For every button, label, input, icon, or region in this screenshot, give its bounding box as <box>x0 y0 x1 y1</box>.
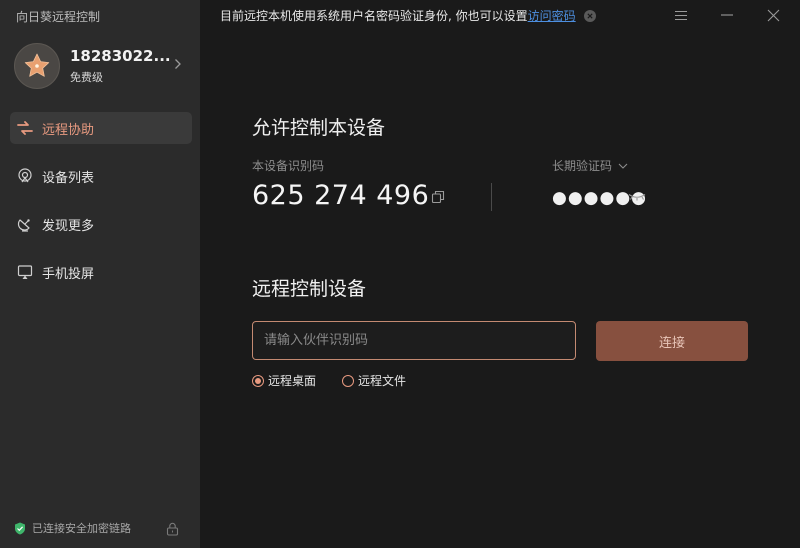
screen-cast-icon <box>16 263 34 281</box>
sidebar-nav: 远程协助 设备列表 发现更多 手机投屏 <box>10 112 192 304</box>
hamburger-menu-icon <box>675 10 687 20</box>
discover-icon <box>16 215 34 233</box>
partner-code-input[interactable] <box>252 321 576 360</box>
close-icon <box>587 12 593 19</box>
connection-mode-group: 远程桌面 远程文件 <box>252 372 432 389</box>
connect-button[interactable]: 连接 <box>596 321 748 361</box>
set-access-password-link[interactable]: 访问密码 <box>528 7 576 24</box>
divider <box>491 183 492 211</box>
sidebar: 向日葵远程控制 18283022... 免费级 远程协助 设备列表 发现更多 手… <box>0 0 200 548</box>
verify-code-dropdown[interactable]: 长期验证码 <box>552 157 628 174</box>
minimize-button[interactable] <box>712 4 742 26</box>
notice-close-button[interactable] <box>583 9 596 22</box>
sidebar-item-label: 发现更多 <box>42 218 95 234</box>
auth-notice: 目前远控本机使用系统用户名密码验证身份, 你也可以设置 访问密码 <box>220 7 596 24</box>
device-code-label: 本设备识别码 <box>252 159 325 173</box>
allow-control-title: 允许控制本设备 <box>252 117 386 139</box>
security-status: 已连接安全加密链路 <box>14 520 131 536</box>
menu-button[interactable] <box>666 4 696 26</box>
copy-icon[interactable] <box>431 190 445 204</box>
app-title: 向日葵远程控制 <box>16 10 101 24</box>
chevron-right-icon <box>175 59 181 69</box>
shield-check-icon <box>15 522 25 534</box>
minimize-icon <box>721 14 733 16</box>
eye-closed-icon[interactable] <box>628 193 646 201</box>
window-controls <box>650 4 788 26</box>
device-code: 625 274 496 <box>252 180 430 211</box>
remote-assist-icon <box>16 119 34 137</box>
verify-code-label: 长期验证码 <box>552 159 613 173</box>
radio-remote-file[interactable]: 远程文件 <box>342 372 406 389</box>
remote-control-title: 远程控制设备 <box>252 278 367 300</box>
auth-notice-text: 目前远控本机使用系统用户名密码验证身份, 你也可以设置 <box>220 9 528 23</box>
sidebar-item-discover[interactable]: 发现更多 <box>10 208 192 240</box>
radio-label: 远程文件 <box>358 374 407 388</box>
chevron-down-icon <box>618 163 628 169</box>
sidebar-item-label: 手机投屏 <box>42 266 95 282</box>
sidebar-item-screen-cast[interactable]: 手机投屏 <box>10 256 192 288</box>
star-avatar-icon <box>24 53 50 77</box>
sidebar-item-device-list[interactable]: 设备列表 <box>10 160 192 192</box>
profile-card[interactable]: 18283022... 免费级 <box>14 43 190 89</box>
close-window-button[interactable] <box>758 4 788 26</box>
radio-selected-indicator <box>252 374 264 387</box>
lock-icon[interactable] <box>166 522 179 536</box>
radio-unselected-indicator <box>342 374 355 387</box>
security-status-text: 已连接安全加密链路 <box>32 522 131 535</box>
avatar <box>14 43 60 89</box>
radio-remote-desktop[interactable]: 远程桌面 <box>252 372 316 389</box>
profile-tier: 免费级 <box>70 71 103 84</box>
sidebar-item-label: 设备列表 <box>42 170 95 186</box>
radio-label: 远程桌面 <box>268 374 317 388</box>
sidebar-item-remote-assist[interactable]: 远程协助 <box>10 112 192 144</box>
close-icon <box>767 9 779 21</box>
device-list-icon <box>16 167 34 185</box>
profile-name: 18283022... <box>70 47 170 65</box>
sidebar-item-label: 远程协助 <box>42 122 95 138</box>
